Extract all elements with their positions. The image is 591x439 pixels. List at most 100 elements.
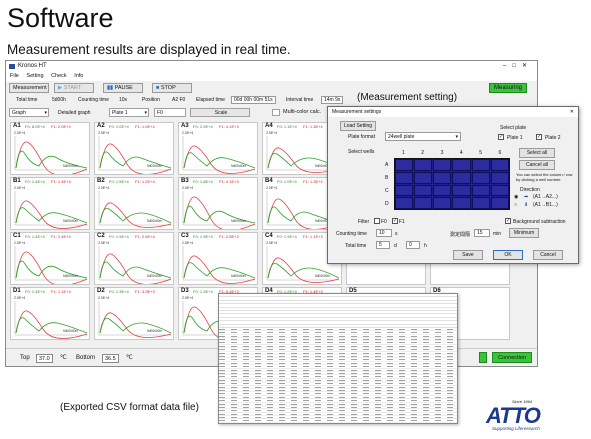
interval-input[interactable]: 15 (474, 229, 490, 237)
well-graph-D1[interactable]: D1 F0: 1.4E+4 F1: 1.1E+4 2.0E+4 5d00h00m (10, 287, 90, 340)
menu-file[interactable]: File (10, 73, 19, 79)
interval-label: Interval time (286, 97, 314, 103)
total-days-input[interactable]: 5 (376, 241, 390, 249)
window-controls[interactable]: –□✕ (503, 61, 533, 72)
well-cell[interactable] (414, 171, 433, 184)
well-graph-A3[interactable]: A3 F0: 2.0E+4 F1: 4.1E+3 2.0E+4 5d00h00m (178, 122, 258, 175)
well-cell[interactable] (452, 184, 471, 197)
f0-value: F0: 1.3E+4 (109, 289, 129, 294)
well-col-3[interactable]: 3 (441, 150, 444, 156)
well-cell[interactable] (490, 171, 509, 184)
close-icon[interactable]: ✕ (570, 107, 574, 117)
counting-time-input[interactable]: 10 (376, 229, 392, 237)
plate-select-label: Plate 1 (112, 110, 128, 116)
start-button[interactable]: ▶ START (54, 83, 94, 93)
f0-value: F0: 1.9E+4 (277, 234, 297, 239)
well-row-D[interactable]: D (385, 201, 389, 207)
well-graph-C2[interactable]: C2 F0: 1.5E+4 F1: 2.5E+4 2.0E+4 5d00h00m (94, 232, 174, 285)
well-row-C[interactable]: C (385, 188, 389, 194)
filter-select[interactable]: F0 (154, 108, 186, 117)
well-graph-B2[interactable]: B2 F0: 1.5E+4 F1: 1.2E+4 2.0E+4 5d00h00m (94, 177, 174, 230)
well-graph-D2[interactable]: D2 F0: 1.3E+4 F1: 3.3E+3 2.0E+4 5d00h00m (94, 287, 174, 340)
well-graph-C3[interactable]: C3 F0: 1.9E+4 F1: 2.5E+3 2.0E+4 5d00h00m (178, 232, 258, 285)
well-trace: 5d00h00m (98, 136, 172, 174)
counting-time-label: Counting time (336, 231, 367, 237)
pause-label: PAUSE (114, 85, 133, 91)
well-graph-B3[interactable]: B3 F0: 1.8E+4 F1: 4.1E+3 2.0E+4 5d00h00m (178, 177, 258, 230)
well-cell[interactable] (490, 184, 509, 197)
well-cell[interactable] (395, 197, 414, 209)
cancel-all-button[interactable]: Cancel all (519, 160, 555, 170)
measurement-button[interactable]: Measurement (9, 83, 49, 93)
direction-col-radio[interactable]: ○ (514, 202, 517, 208)
f1-checkbox[interactable]: ✓ (392, 218, 398, 224)
menu-bar: File Setting Check Info (6, 72, 537, 81)
well-cell[interactable] (433, 159, 452, 171)
well-cell[interactable] (471, 197, 490, 209)
plate1-checkbox[interactable]: ✓ (498, 134, 504, 140)
plate1-label: Plate 1 (507, 135, 523, 141)
pause-button[interactable]: ▮▮ PAUSE (103, 83, 143, 93)
well-graph-A1[interactable]: A1 F0: 8.0E+4 F1: 2.0E+4 2.0E+4 5d00h00m (10, 122, 90, 175)
well-cell[interactable] (490, 197, 509, 209)
well-cell[interactable] (433, 184, 452, 197)
arrow-down-icon: ⬇ (524, 202, 529, 208)
stop-button[interactable]: ■ STOP (152, 83, 192, 93)
well-label: D3 (181, 288, 189, 294)
well-cell[interactable] (395, 171, 414, 184)
well-trace: 5d00h00m (98, 301, 172, 338)
well-cell[interactable] (395, 184, 414, 197)
f0-checkbox[interactable] (374, 218, 380, 224)
well-cell[interactable] (471, 184, 490, 197)
select-all-button[interactable]: Select all (519, 148, 555, 158)
well-cell[interactable] (490, 159, 509, 171)
well-cell[interactable] (433, 197, 452, 209)
well-col-4[interactable]: 4 (460, 150, 463, 156)
graph-select[interactable]: Graph ▾ (9, 108, 49, 117)
well-trace: 5d00h00m (98, 191, 172, 228)
well-cell[interactable] (395, 159, 414, 171)
well-cell[interactable] (471, 171, 490, 184)
cancel-button[interactable]: Cancel (533, 250, 563, 260)
well-selector-grid[interactable] (394, 158, 510, 210)
well-trace: 5d00h00m (14, 301, 88, 339)
load-setting-button[interactable]: Load Setting (340, 121, 376, 131)
well-graph-A2[interactable]: A2 F0: 1.0E+4 F1: 1.0E+4 2.0E+4 5d00h00m (94, 122, 174, 175)
plate-select[interactable]: Plate 1 ▾ (109, 108, 149, 117)
menu-setting[interactable]: Setting (26, 73, 43, 79)
minimum-button[interactable]: Minimum (509, 228, 539, 238)
well-col-2[interactable]: 2 (421, 150, 424, 156)
svg-text:5d00h00m: 5d00h00m (147, 274, 162, 278)
well-col-1[interactable]: 1 (402, 150, 405, 156)
well-cell[interactable] (414, 159, 433, 171)
f0-value: F0: 1.4E+4 (25, 234, 45, 239)
bg-sub-label: Background subtraction (513, 219, 566, 225)
well-label: A1 (13, 123, 21, 129)
well-cell[interactable] (433, 171, 452, 184)
well-cell[interactable] (452, 197, 471, 209)
well-cell[interactable] (471, 159, 490, 171)
well-col-5[interactable]: 5 (479, 150, 482, 156)
plate-format-select[interactable]: 24well plate ▾ (385, 132, 461, 141)
well-cell[interactable] (414, 197, 433, 209)
direction-row-radio[interactable]: ◉ (514, 194, 518, 200)
well-cell[interactable] (414, 184, 433, 197)
menu-check[interactable]: Check (51, 73, 67, 79)
f0-value: F0: 1.5E+4 (109, 234, 129, 239)
ok-button[interactable]: OK (493, 250, 523, 260)
well-row-B[interactable]: B (385, 175, 388, 181)
menu-info[interactable]: Info (74, 73, 83, 79)
plate2-checkbox[interactable]: ✓ (536, 134, 542, 140)
well-cell[interactable] (452, 171, 471, 184)
bg-sub-checkbox[interactable]: ✓ (505, 218, 511, 224)
save-button[interactable]: Save (453, 250, 483, 260)
well-graph-B1[interactable]: B1 F0: 1.4E+4 F1: 1.4E+4 2.0E+4 5d00h00m (10, 177, 90, 230)
multicolor-checkbox[interactable] (272, 109, 280, 116)
well-row-A[interactable]: A (385, 162, 388, 168)
well-col-6[interactable]: 6 (499, 150, 502, 156)
chevron-down-icon: ▾ (44, 110, 47, 116)
well-cell[interactable] (452, 159, 471, 171)
total-hours-input[interactable]: 0 (406, 241, 420, 249)
well-graph-C1[interactable]: C1 F0: 1.4E+4 F1: 2.4E+4 2.0E+4 5d00h00m (10, 232, 90, 285)
scale-button[interactable]: Scale (190, 108, 250, 117)
